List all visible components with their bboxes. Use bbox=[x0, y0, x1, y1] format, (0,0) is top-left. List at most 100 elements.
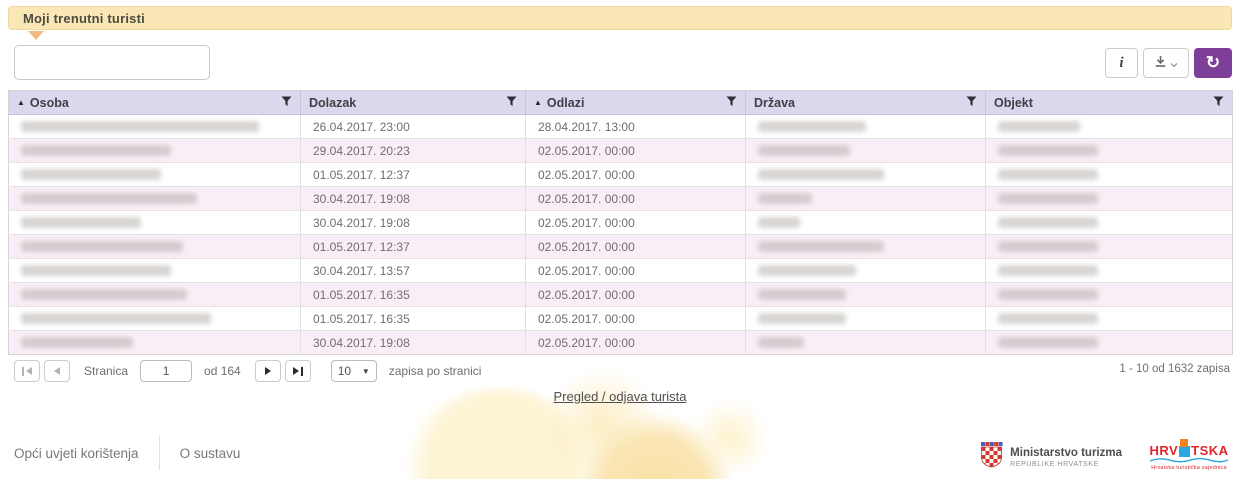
column-label-objekt: Objekt bbox=[994, 96, 1033, 110]
redacted-text bbox=[21, 265, 171, 276]
cell-objekt[interactable] bbox=[986, 187, 1233, 211]
sort-asc-icon: ▲ bbox=[17, 99, 25, 107]
cell-dolazak: 01.05.2017. 12:37 bbox=[301, 235, 526, 259]
next-page-button[interactable] bbox=[255, 360, 281, 382]
column-header-odlazi[interactable]: ▲Odlazi bbox=[526, 91, 746, 115]
toolbar: i ↻ bbox=[1105, 48, 1232, 78]
cell-drzava[interactable] bbox=[746, 187, 986, 211]
cell-osoba[interactable] bbox=[9, 211, 301, 235]
cell-dolazak: 29.04.2017. 20:23 bbox=[301, 139, 526, 163]
about-link[interactable]: O sustavu bbox=[180, 446, 241, 461]
redacted-text bbox=[758, 193, 812, 204]
cell-osoba[interactable] bbox=[9, 283, 301, 307]
tourists-table: ▲OsobaDolazak▲OdlaziDržava Objekt 26.04.2… bbox=[8, 90, 1233, 355]
redacted-text bbox=[998, 241, 1098, 252]
cell-dolazak: 01.05.2017. 12:37 bbox=[301, 163, 526, 187]
redacted-text bbox=[998, 265, 1098, 276]
cell-dolazak: 30.04.2017. 13:57 bbox=[301, 259, 526, 283]
cell-objekt[interactable] bbox=[986, 331, 1233, 355]
redacted-text bbox=[758, 265, 856, 276]
pregled-odjava-link[interactable]: Pregled / odjava turista bbox=[554, 389, 687, 404]
ministry-logo: Ministarstvo turizma REPUBLIKE HRVATSKE bbox=[980, 442, 1122, 473]
cell-dolazak: 01.05.2017. 16:35 bbox=[301, 307, 526, 331]
info-button[interactable]: i bbox=[1105, 48, 1138, 78]
cell-osoba[interactable] bbox=[9, 139, 301, 163]
table-row[interactable]: 30.04.2017. 19:0802.05.2017. 00:00 bbox=[9, 211, 1233, 235]
filter-icon[interactable] bbox=[726, 96, 737, 110]
page-number-input[interactable] bbox=[140, 360, 192, 382]
cell-objekt[interactable] bbox=[986, 115, 1233, 139]
table-row[interactable]: 26.04.2017. 23:0028.04.2017. 13:00 bbox=[9, 115, 1233, 139]
table-row[interactable]: 30.04.2017. 19:0802.05.2017. 00:00 bbox=[9, 187, 1233, 211]
table-row[interactable]: 30.04.2017. 19:0802.05.2017. 00:00 bbox=[9, 331, 1233, 355]
cell-objekt[interactable] bbox=[986, 139, 1233, 163]
filter-icon[interactable] bbox=[966, 96, 977, 110]
redacted-text bbox=[758, 241, 884, 252]
cell-drzava[interactable] bbox=[746, 235, 986, 259]
cell-objekt[interactable] bbox=[986, 259, 1233, 283]
htz-wave-icon bbox=[1149, 457, 1229, 463]
table-row[interactable]: 30.04.2017. 13:5702.05.2017. 00:00 bbox=[9, 259, 1233, 283]
redacted-text bbox=[758, 313, 846, 324]
refresh-button[interactable]: ↻ bbox=[1194, 48, 1232, 78]
last-page-button[interactable] bbox=[285, 360, 311, 382]
decorative-blob bbox=[580, 415, 730, 479]
filter-icon[interactable] bbox=[1213, 96, 1224, 110]
footer-divider bbox=[159, 436, 160, 470]
table-row[interactable]: 29.04.2017. 20:2302.05.2017. 00:00 bbox=[9, 139, 1233, 163]
column-header-objekt[interactable]: Objekt bbox=[986, 91, 1233, 115]
cell-drzava[interactable] bbox=[746, 283, 986, 307]
cell-osoba[interactable] bbox=[9, 115, 301, 139]
cell-objekt[interactable] bbox=[986, 235, 1233, 259]
table-row[interactable]: 01.05.2017. 16:3502.05.2017. 00:00 bbox=[9, 307, 1233, 331]
cell-drzava[interactable] bbox=[746, 331, 986, 355]
terms-link[interactable]: Opći uvjeti korištenja bbox=[14, 446, 139, 461]
export-download-button[interactable] bbox=[1143, 48, 1189, 78]
cell-drzava[interactable] bbox=[746, 307, 986, 331]
chevron-down-icon bbox=[1170, 56, 1178, 71]
cell-osoba[interactable] bbox=[9, 259, 301, 283]
cell-drzava[interactable] bbox=[746, 115, 986, 139]
page-size-label: zapisa po stranici bbox=[389, 364, 482, 378]
refresh-icon: ↻ bbox=[1206, 53, 1220, 73]
cell-drzava[interactable] bbox=[746, 139, 986, 163]
cell-objekt[interactable] bbox=[986, 163, 1233, 187]
cell-odlazi: 28.04.2017. 13:00 bbox=[526, 115, 746, 139]
cell-osoba[interactable] bbox=[9, 331, 301, 355]
cell-odlazi: 02.05.2017. 00:00 bbox=[526, 139, 746, 163]
cell-odlazi: 02.05.2017. 00:00 bbox=[526, 163, 746, 187]
table-row[interactable]: 01.05.2017. 16:3502.05.2017. 00:00 bbox=[9, 283, 1233, 307]
page-size-select[interactable]: 10 ▼ bbox=[331, 360, 377, 382]
filter-icon[interactable] bbox=[281, 96, 292, 110]
cell-dolazak: 30.04.2017. 19:08 bbox=[301, 187, 526, 211]
cell-drzava[interactable] bbox=[746, 259, 986, 283]
table-row[interactable]: 01.05.2017. 12:3702.05.2017. 00:00 bbox=[9, 163, 1233, 187]
filter-icon[interactable] bbox=[506, 96, 517, 110]
cell-osoba[interactable] bbox=[9, 163, 301, 187]
cell-objekt[interactable] bbox=[986, 283, 1233, 307]
htz-square-icon bbox=[1179, 446, 1190, 457]
prev-page-button[interactable] bbox=[44, 360, 70, 382]
stranica-label: Stranica bbox=[84, 364, 128, 378]
cell-osoba[interactable] bbox=[9, 235, 301, 259]
cell-osoba[interactable] bbox=[9, 307, 301, 331]
column-header-osoba[interactable]: ▲Osoba bbox=[9, 91, 301, 115]
cell-osoba[interactable] bbox=[9, 187, 301, 211]
cell-drzava[interactable] bbox=[746, 211, 986, 235]
search-input[interactable] bbox=[14, 45, 210, 80]
column-header-dolazak[interactable]: Dolazak bbox=[301, 91, 526, 115]
redacted-text bbox=[758, 337, 804, 348]
cell-drzava[interactable] bbox=[746, 163, 986, 187]
first-page-button[interactable] bbox=[14, 360, 40, 382]
cell-objekt[interactable] bbox=[986, 211, 1233, 235]
croatia-tourist-board-logo: HRV TSKA Hrvatska turistička zajednica bbox=[1148, 444, 1230, 471]
records-summary: 1 - 10 od 1632 zapisa bbox=[1119, 363, 1230, 375]
table-row[interactable]: 01.05.2017. 12:3702.05.2017. 00:00 bbox=[9, 235, 1233, 259]
redacted-text bbox=[998, 313, 1098, 324]
download-icon bbox=[1154, 55, 1167, 71]
redacted-text bbox=[21, 169, 161, 180]
page-title: Moji trenutni turisti bbox=[23, 11, 145, 26]
column-header-drzava[interactable]: Država bbox=[746, 91, 986, 115]
footer-logos: Ministarstvo turizma REPUBLIKE HRVATSKE … bbox=[980, 442, 1230, 473]
cell-objekt[interactable] bbox=[986, 307, 1233, 331]
